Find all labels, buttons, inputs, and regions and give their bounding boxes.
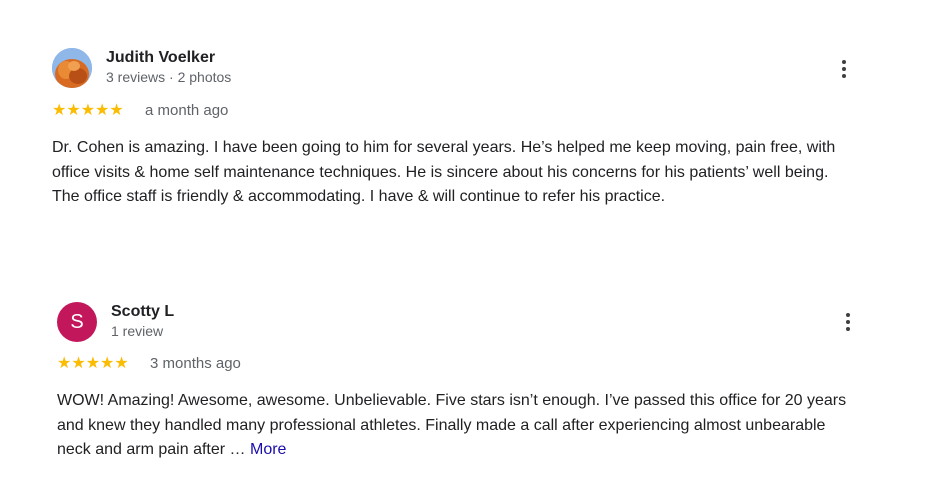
star-rating: ★★★★★ [52,102,124,119]
review-text: Dr. Cohen is amazing. I have been going … [52,136,852,210]
reviewer-meta[interactable]: 1 review [111,323,163,339]
more-link[interactable]: More [250,441,286,458]
reviewer-avatar[interactable] [52,48,92,88]
star-rating: ★★★★★ [57,355,129,372]
review-text: WOW! Amazing! Awesome, awesome. Unbeliev… [57,389,852,463]
reviewer-meta[interactable]: 3 reviews · 2 photos [106,69,231,85]
profile-photo-icon [52,48,92,88]
review-body: WOW! Amazing! Awesome, awesome. Unbeliev… [57,392,847,458]
more-options-icon[interactable] [838,310,858,334]
review-date: a month ago [145,102,229,119]
review-date: 3 months ago [150,355,241,372]
review-body: Dr. Cohen is amazing. I have been going … [52,139,836,205]
reviewer-name[interactable]: Judith Voelker [106,49,215,67]
reviewer-avatar[interactable]: S [57,302,97,342]
more-options-icon[interactable] [834,57,854,81]
reviewer-name[interactable]: Scotty L [111,303,174,321]
avatar-letter: S [70,311,84,333]
